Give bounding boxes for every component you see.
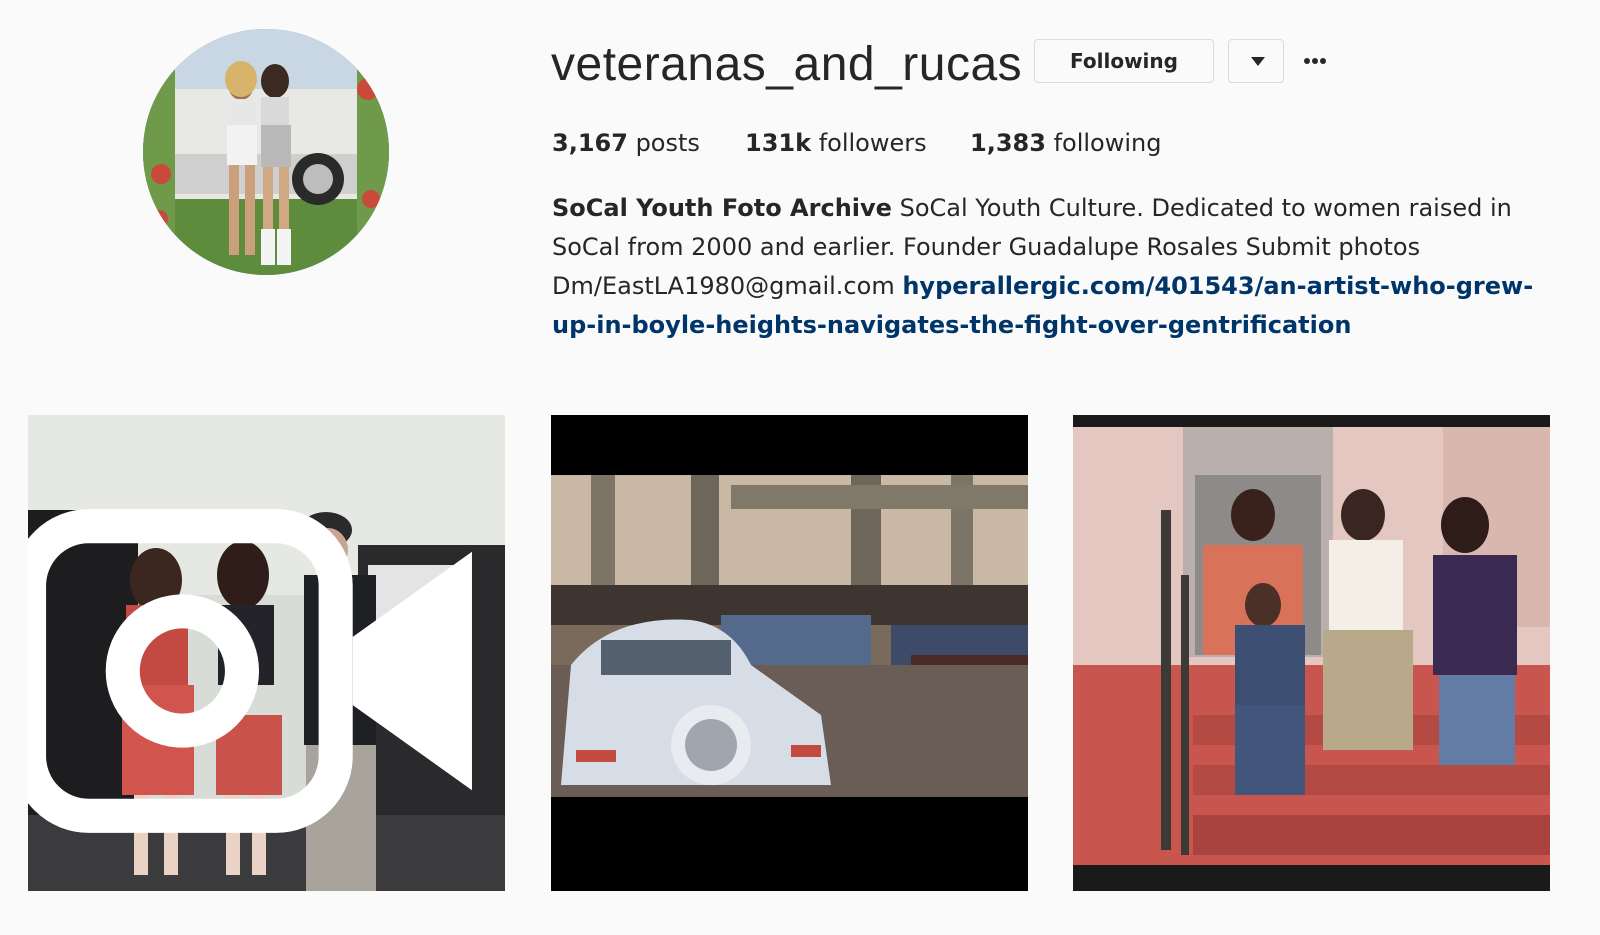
following-count: 1,383 [970, 129, 1046, 157]
following-stat[interactable]: 1,383 following [970, 123, 1161, 163]
suggestions-dropdown-button[interactable] [1228, 39, 1284, 83]
following-button[interactable]: Following [1034, 39, 1214, 83]
video-camera-icon [28, 509, 472, 833]
followers-count: 131k [745, 129, 812, 157]
triangle-down-icon [1251, 57, 1265, 66]
post-thumbnail-3[interactable] [1073, 415, 1550, 891]
profile-bio: SoCal Youth Foto Archive SoCal Youth Cul… [552, 189, 1542, 345]
posts-stat: 3,167 posts [552, 123, 700, 163]
posts-count: 3,167 [552, 129, 628, 157]
following-label: following [1053, 129, 1162, 157]
post-2-photo [551, 415, 1028, 891]
followers-label: followers [818, 129, 927, 157]
posts-label: posts [635, 129, 700, 157]
followers-stat[interactable]: 131k followers [745, 123, 927, 163]
profile-page: veteranas_and_rucas Following 3,167 post… [0, 0, 1600, 935]
more-options-button[interactable] [1296, 44, 1332, 78]
post-thumbnail-1[interactable] [28, 415, 505, 891]
post-thumbnail-2[interactable] [551, 415, 1028, 891]
profile-username: veteranas_and_rucas [551, 38, 1023, 91]
avatar-photo [143, 29, 389, 275]
bio-full-name: SoCal Youth Foto Archive [552, 194, 892, 222]
profile-avatar[interactable] [143, 29, 389, 275]
post-3-photo [1073, 415, 1550, 891]
